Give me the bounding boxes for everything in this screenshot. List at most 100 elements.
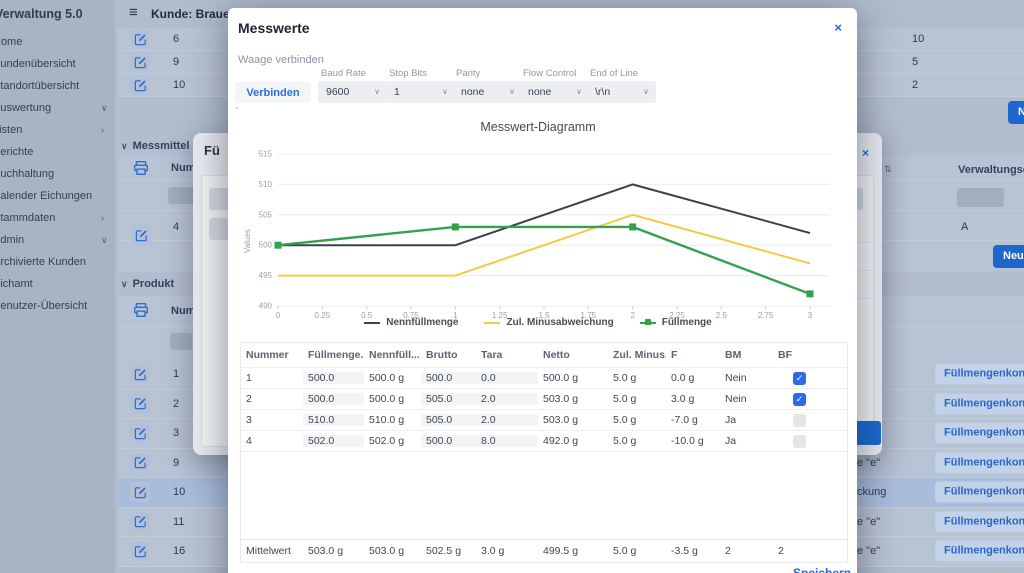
sidebar-item-label: Buchhaltung [0, 168, 54, 180]
table-cell: 4 [241, 435, 303, 447]
sidebar-item-kalender-eichungen[interactable]: Kalender Eichungen [0, 185, 115, 207]
filter-input-nummer[interactable] [168, 187, 196, 204]
table-cell: 502.0 g [364, 435, 421, 447]
edit-icon[interactable] [130, 29, 150, 49]
edit-icon[interactable] [130, 512, 150, 532]
filter-input-verwaltungscode[interactable] [957, 188, 1004, 207]
chevron-down-icon: ∨ [121, 141, 128, 151]
edit-icon[interactable] [130, 453, 150, 473]
select-stop-bits[interactable]: 1∨ [386, 81, 455, 103]
fuellmengenkontrolle-button[interactable]: Füllmengenkontrolle [935, 482, 1024, 503]
messwert-chart: 49049550050551051500.250.50.7511.251.51.… [238, 136, 838, 318]
messwerte-modal: Messwerte × Waage verbinden Verbinden Ba… [228, 8, 857, 573]
edit-icon[interactable] [130, 423, 150, 443]
edit-icon[interactable] [130, 364, 150, 384]
sidebar-item-benutzer-bersicht[interactable]: Benutzer-Übersicht [0, 295, 115, 317]
modal2-input[interactable] [209, 188, 229, 210]
table-cell: 3.0 g [666, 393, 720, 405]
verbinden-button[interactable]: Verbinden [235, 82, 311, 103]
sidebar: Verwaltung 5.0 HomeKundenübersichtStando… [0, 0, 115, 573]
sidebar-item-eichamt[interactable]: Eichamt [0, 273, 115, 295]
sidebar-item-kunden-bersicht[interactable]: Kundenübersicht [0, 53, 115, 75]
column-header: Netto [538, 349, 608, 361]
fuellmengenkontrolle-button[interactable]: Füllmengenkontrolle [935, 393, 1024, 414]
table-cell: 2.0 [476, 393, 538, 405]
select-end-of-line[interactable]: \r\n∨ [587, 81, 656, 103]
bf-checkbox[interactable] [793, 435, 806, 448]
edit-icon[interactable] [130, 75, 150, 95]
modal-subtitle: Waage verbinden [238, 54, 324, 66]
table-row: 3510.0510.0 g505.02.0503.0 g5.0 g-7.0 gJ… [241, 410, 847, 431]
svg-text:490: 490 [259, 302, 273, 311]
field-label: Parity [456, 68, 480, 79]
sidebar-item-auswertung[interactable]: Auswertung∨ [0, 97, 115, 119]
select-flow-control[interactable]: none∨ [520, 81, 589, 103]
bf-checkbox[interactable]: ✓ [793, 372, 806, 385]
legend-label: Nennfüllmenge [386, 317, 458, 328]
modal2-blue-button[interactable] [855, 421, 881, 445]
select-parity[interactable]: none∨ [453, 81, 522, 103]
sort-icon[interactable]: ⇅ [884, 164, 892, 175]
column-header: BF [773, 349, 847, 361]
chevron-down-icon: ∨ [101, 229, 108, 251]
filter-input-nummer[interactable] [170, 333, 192, 350]
chevron-right-icon: › [101, 119, 104, 141]
fuellmengenkontrolle-button[interactable]: Füllmengenkontrolle [935, 364, 1024, 385]
row-text-fragment: ckung [857, 486, 886, 498]
modal-title: Messwerte [238, 20, 310, 36]
sidebar-item-berichte[interactable]: Berichte [0, 141, 115, 163]
section-produkt[interactable]: ∨Produkt [121, 278, 174, 290]
table-cell: 500.0 g [538, 372, 608, 384]
table-cell: -10.0 g [666, 435, 720, 447]
neu-button-messmittel[interactable]: Neu - [993, 245, 1024, 268]
edit-icon[interactable] [130, 52, 150, 72]
select-baud-rate[interactable]: 9600∨ [318, 81, 387, 103]
legend-item: Nennfüllmenge [364, 317, 458, 328]
sidebar-item-listen[interactable]: Listen› [0, 119, 115, 141]
fuellmengenkontrolle-button[interactable]: Füllmengenkontrolle [935, 423, 1024, 444]
bf-checkbox[interactable] [793, 414, 806, 427]
fuellmengenkontrolle-button[interactable]: Füllmengenkontrolle [935, 541, 1024, 562]
sidebar-item-archivierte-kunden[interactable]: Archivierte Kunden [0, 251, 115, 273]
sidebar-item-stammdaten[interactable]: Stammdaten› [0, 207, 115, 229]
legend-swatch [484, 322, 500, 324]
app-window: Verwaltung 5.0 HomeKundenübersichtStando… [0, 0, 1024, 573]
printer-icon[interactable] [133, 160, 149, 181]
close-icon[interactable]: × [834, 21, 842, 34]
edit-icon[interactable] [130, 541, 150, 561]
section-messmittel[interactable]: ∨Messmittel [121, 140, 189, 152]
svg-text:510: 510 [259, 180, 273, 189]
app-brand: Verwaltung 5.0 [0, 7, 83, 21]
fuellmengenkontrolle-button[interactable]: Füllmengenkontrolle [935, 452, 1024, 473]
table-cell-bf: ✓ [773, 393, 847, 406]
field-label: Baud Rate [321, 68, 366, 79]
fuellmengenkontrolle-button[interactable]: Füllmengenkontrolle [935, 511, 1024, 532]
table-cell: 500.0 g [364, 372, 421, 384]
row-text-fragment: e "e" [857, 545, 880, 557]
printer-icon[interactable] [133, 302, 149, 323]
close-icon[interactable]: × [862, 147, 869, 159]
edit-icon[interactable] [130, 482, 150, 502]
table-cell: Nein [720, 393, 773, 405]
summary-cell: 499.5 g [538, 545, 608, 557]
row-text-fragment: e "e" [857, 516, 880, 528]
sidebar-item-home[interactable]: Home [0, 31, 115, 53]
sidebar-item-admin[interactable]: Admin∨ [0, 229, 115, 251]
legend-label: Füllmenge [662, 317, 712, 328]
edit-icon[interactable] [130, 394, 150, 414]
row-nummer: 2 [173, 398, 179, 410]
speichern-link[interactable]: Speichern [793, 566, 851, 573]
bf-checkbox[interactable]: ✓ [793, 393, 806, 406]
sidebar-item-standort-bersicht[interactable]: Standortübersicht [0, 75, 115, 97]
modal2-input[interactable] [209, 218, 229, 240]
chevron-down-icon: ∨ [101, 97, 108, 119]
table-cell: 503.0 g [538, 414, 608, 426]
table-header-row: NummerFüllmenge...Nennfüll...BruttoTaraN… [241, 343, 847, 368]
neu-button-top[interactable]: Neu [1008, 101, 1024, 124]
sidebar-item-label: Benutzer-Übersicht [0, 300, 87, 312]
legend-label: Zul. Minusabweichung [506, 317, 613, 328]
table-cell: 8.0 [476, 435, 538, 447]
hamburger-menu-icon[interactable]: ≡ [129, 4, 138, 21]
sidebar-item-buchhaltung[interactable]: Buchhaltung [0, 163, 115, 185]
edit-icon[interactable] [131, 225, 151, 245]
